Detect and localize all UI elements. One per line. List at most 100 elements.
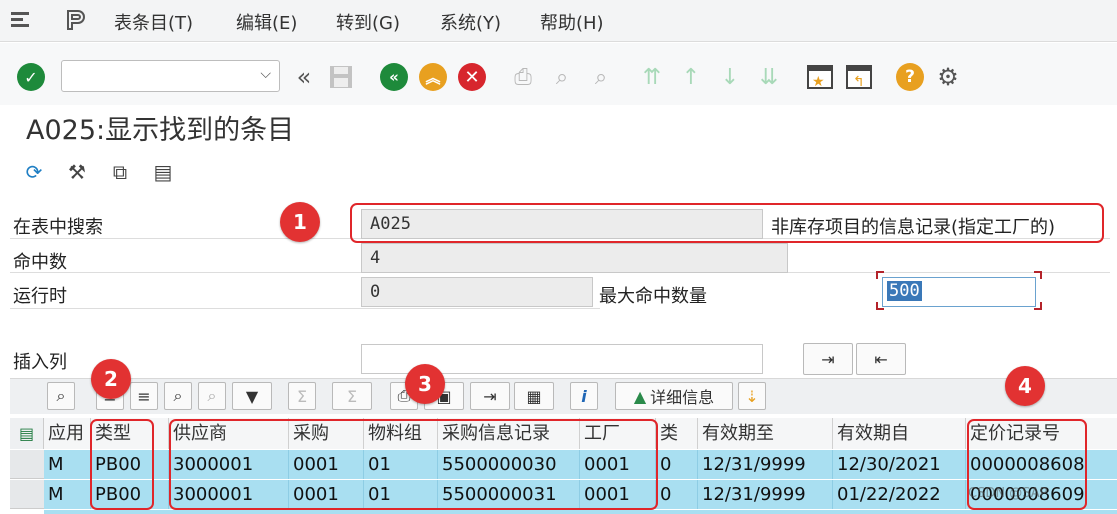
column-header-valid-from[interactable]: 有效期自 (833, 418, 966, 449)
runtime-field: 0 (361, 277, 593, 307)
annotation-badge: 2 (91, 359, 131, 399)
layout-icon: ▦ (526, 386, 542, 406)
menu-icon[interactable] (10, 10, 32, 30)
delete-column-button[interactable]: ⇤ (856, 343, 906, 375)
subtotal-icon: Σ (346, 386, 358, 406)
save-icon[interactable] (327, 63, 355, 91)
sum-button[interactable]: Σ (288, 382, 316, 410)
cell-valid-to: 12/31/9999 (698, 480, 833, 509)
focus-corner (876, 271, 884, 279)
detail-info-button[interactable]: ▲ 详细信息 (615, 382, 733, 410)
find-next-button[interactable]: ⌕ (198, 382, 226, 410)
info-button[interactable]: i (570, 382, 598, 410)
binoculars-plus-icon: ⌕ (207, 386, 217, 405)
technical-settings-icon[interactable]: ⚒ (63, 158, 91, 186)
filter-button[interactable]: ▼ (232, 382, 272, 410)
annotation-badge: 4 (1005, 366, 1045, 406)
focus-corner (1034, 302, 1042, 310)
divider (10, 308, 600, 309)
sum-icon: Σ (296, 386, 308, 406)
row-selector[interactable] (10, 450, 44, 479)
cell-app: M (44, 480, 91, 509)
details-view-button[interactable]: ⌕ (47, 382, 75, 410)
subtotal-button[interactable]: Σ (332, 382, 372, 410)
find-next-icon[interactable]: ⌕ (587, 63, 615, 91)
select-all-icon: ▤ (18, 424, 35, 443)
find-icon[interactable]: ⌕ (548, 63, 576, 91)
rewind-icon[interactable]: « (290, 63, 318, 91)
exit-icon[interactable]: ︽ (419, 63, 447, 91)
annotation-box-type (90, 419, 154, 510)
cancel-icon[interactable]: ✕ (458, 63, 486, 91)
first-page-icon[interactable]: ⇈ (638, 63, 666, 91)
filter-icon: ▼ (245, 386, 259, 406)
insert-column-label: 插入列 (13, 352, 67, 373)
annotation-box-condition-record (967, 419, 1087, 510)
shortcut-icon[interactable]: ↰ (845, 63, 873, 91)
insert-icon: ⇥ (821, 349, 835, 369)
export-icon: ⇥ (483, 386, 497, 406)
create-session-icon[interactable]: ★ (806, 63, 834, 91)
cell-category: 0 (656, 480, 698, 509)
sap-gui-icon[interactable] (64, 8, 88, 32)
annotation-box-key-fields (169, 419, 658, 510)
runtime-label: 运行时 (13, 286, 67, 307)
next-page-icon[interactable]: ↓ (716, 63, 744, 91)
sort-info-button[interactable]: ⇣ (738, 382, 766, 410)
detail-icon: ⌕ (56, 386, 66, 405)
focus-corner (1034, 271, 1042, 279)
sort-descending-button[interactable]: ≡ (130, 382, 158, 410)
column-header-app[interactable]: 应用 (44, 418, 91, 449)
previous-page-icon[interactable]: ↑ (677, 63, 705, 91)
find-button[interactable]: ⌕ (164, 382, 192, 410)
detail-info-label: 详细信息 (650, 388, 715, 407)
sort-desc-icon: ≡ (137, 386, 151, 406)
max-hits-label: 最大命中数量 (599, 286, 707, 307)
cell-valid-from: 01/22/2022 (833, 480, 966, 509)
focus-corner (876, 302, 884, 310)
refresh-icon[interactable]: ⟳ (20, 158, 48, 186)
row-selector-header[interactable]: ▤ (10, 418, 44, 449)
menu-edit[interactable]: 编辑(E) (236, 9, 297, 35)
annotation-badge: 3 (405, 364, 445, 404)
chevron-down-icon[interactable]: ⌵ (260, 66, 271, 82)
column-header-valid-to[interactable]: 有效期至 (698, 418, 833, 449)
info-icon: i (581, 386, 587, 406)
annotation-box-search (350, 203, 1104, 243)
cell-app: M (44, 450, 91, 479)
svg-text:★: ★ (812, 74, 825, 90)
export-icon: ⇤ (874, 349, 888, 369)
enter-check-icon[interactable]: ✓ (17, 63, 45, 91)
page-title: A025:显示找到的条目 (26, 115, 295, 146)
max-hits-input[interactable]: 500 (882, 277, 1036, 307)
menu-table-entry[interactable]: 表条目(T) (114, 9, 193, 35)
search-table-label: 在表中搜索 (13, 217, 103, 238)
mountain-icon: ▲ (633, 386, 647, 406)
export-button[interactable]: ⇥ (470, 382, 510, 410)
menu-system[interactable]: 系统(Y) (440, 9, 501, 35)
cell-category: 0 (656, 450, 698, 479)
help-icon[interactable]: ? (896, 63, 924, 91)
cell-valid-to: 12/31/9999 (698, 450, 833, 479)
table-row-partial (44, 510, 1117, 514)
svg-text:↰: ↰ (853, 74, 865, 90)
last-page-icon[interactable]: ⇊ (755, 63, 783, 91)
binoculars-icon: ⌕ (173, 386, 183, 405)
document-list-icon[interactable]: ▤ (149, 158, 177, 186)
hit-count-label: 命中数 (13, 252, 67, 273)
menu-goto[interactable]: 转到(G) (336, 9, 400, 35)
back-icon[interactable]: « (380, 63, 408, 91)
module-icon[interactable]: ⧉ (106, 158, 134, 186)
menu-help[interactable]: 帮助(H) (540, 9, 604, 35)
cell-valid-from: 12/30/2021 (833, 450, 966, 479)
sort-info-icon: ⇣ (745, 386, 759, 406)
insert-column-button[interactable]: ⇥ (803, 343, 853, 375)
print-icon[interactable]: ⎙ (509, 63, 537, 91)
row-selector[interactable] (10, 480, 44, 509)
column-header-category[interactable]: 类 (656, 418, 698, 449)
settings-gear-icon[interactable]: ⚙ (934, 63, 962, 91)
command-field[interactable]: ⌵ (61, 60, 280, 92)
max-hits-value: 500 (887, 281, 922, 301)
annotation-badge: 1 (280, 202, 320, 242)
layout-button[interactable]: ▦ (514, 382, 554, 410)
